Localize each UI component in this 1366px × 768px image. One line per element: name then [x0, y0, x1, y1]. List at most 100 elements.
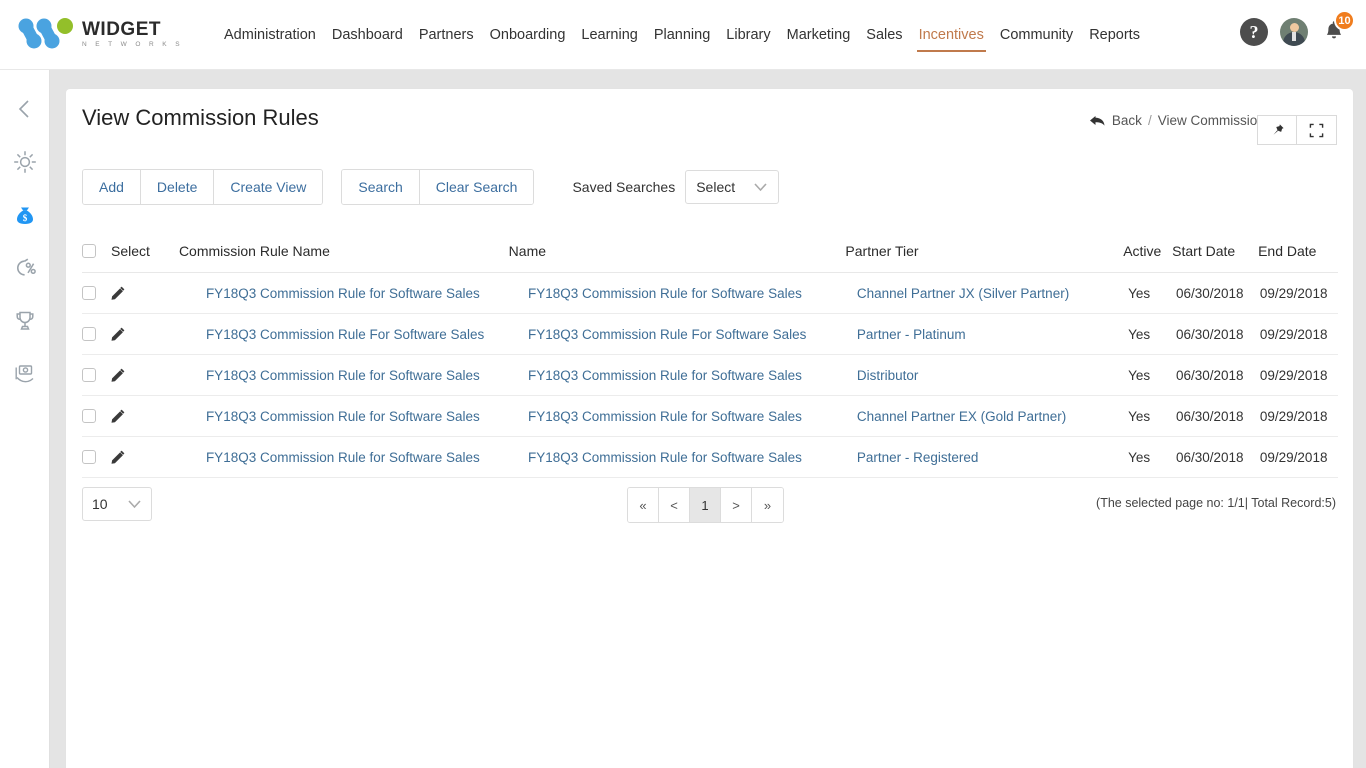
chevron-down-icon	[127, 499, 142, 509]
cell-partner-tier[interactable]: Channel Partner EX (Gold Partner)	[857, 409, 1128, 424]
table-body: FY18Q3 Commission Rule for Software Sale…	[82, 273, 1338, 478]
search-button[interactable]: Search	[342, 170, 419, 204]
saved-searches-label: Saved Searches	[572, 179, 675, 195]
cell-name[interactable]: FY18Q3 Commission Rule for Software Sale…	[528, 409, 857, 424]
nav-item-incentives[interactable]: Incentives	[911, 0, 992, 70]
cell-commission-rule-name[interactable]: FY18Q3 Commission Rule For Software Sale…	[206, 327, 528, 342]
cell-name[interactable]: FY18Q3 Commission Rule For Software Sale…	[528, 327, 857, 342]
next-page-button[interactable]: >	[721, 488, 752, 522]
sidebar-item-settings[interactable]	[8, 145, 42, 179]
row-select-checkbox[interactable]	[82, 409, 96, 423]
nav-item-planning[interactable]: Planning	[646, 0, 718, 70]
nav-item-marketing[interactable]: Marketing	[779, 0, 859, 70]
record-info-text: (The selected page no: 1/1| Total Record…	[1096, 496, 1336, 510]
nav-item-learning[interactable]: Learning	[573, 0, 645, 70]
back-link[interactable]: Back	[1112, 113, 1142, 128]
nav-item-onboarding[interactable]: Onboarding	[482, 0, 574, 70]
cell-commission-rule-name[interactable]: FY18Q3 Commission Rule for Software Sale…	[206, 368, 528, 383]
table-row: FY18Q3 Commission Rule for Software Sale…	[82, 437, 1338, 478]
cell-partner-tier[interactable]: Partner - Registered	[857, 450, 1128, 465]
previous-page-button[interactable]: <	[659, 488, 690, 522]
commission-rules-table: Select Commission Rule Name Name Partner…	[82, 229, 1338, 478]
cell-name[interactable]: FY18Q3 Commission Rule for Software Sale…	[528, 286, 857, 301]
last-page-button[interactable]: »	[752, 488, 783, 522]
cell-partner-tier[interactable]: Channel Partner JX (Silver Partner)	[857, 286, 1128, 301]
sidebar-item-payouts[interactable]	[8, 357, 42, 391]
column-header-commission-rule-name: Commission Rule Name	[179, 243, 509, 259]
cell-start-date: 06/30/2018	[1176, 327, 1260, 342]
cell-end-date: 09/29/2018	[1260, 409, 1338, 424]
saved-searches-select-value: Select	[696, 179, 735, 195]
cell-commission-rule-name[interactable]: FY18Q3 Commission Rule for Software Sale…	[206, 286, 528, 301]
table-row: FY18Q3 Commission Rule for Software Sale…	[82, 273, 1338, 314]
sidebar-item-collapse[interactable]	[8, 92, 42, 126]
brand-logo[interactable]: WIDGET N E T W O R K S	[18, 17, 188, 53]
row-edit-button[interactable]	[110, 326, 139, 342]
edit-pencil-icon	[110, 449, 126, 465]
gear-settings-icon	[12, 149, 38, 175]
row-select-checkbox[interactable]	[82, 450, 96, 464]
cell-partner-tier[interactable]: Distributor	[857, 368, 1128, 383]
page-button-1[interactable]: 1	[690, 488, 721, 522]
notification-bell-icon[interactable]: 10	[1320, 18, 1348, 46]
cell-commission-rule-name[interactable]: FY18Q3 Commission Rule for Software Sale…	[206, 450, 528, 465]
cell-name[interactable]: FY18Q3 Commission Rule for Software Sale…	[528, 450, 857, 465]
row-edit-button[interactable]	[110, 449, 139, 465]
top-right-actions: ? 10	[1240, 18, 1348, 46]
row-select-cell	[82, 409, 110, 423]
svg-text:$: $	[22, 213, 27, 223]
fullscreen-button[interactable]	[1297, 115, 1337, 145]
collapse-chevron-left-icon	[14, 98, 36, 120]
table-row: FY18Q3 Commission Rule For Software Sale…	[82, 314, 1338, 355]
cell-commission-rule-name[interactable]: FY18Q3 Commission Rule for Software Sale…	[206, 409, 528, 424]
row-select-cell	[82, 450, 110, 464]
add-button[interactable]: Add	[83, 170, 141, 204]
row-edit-button[interactable]	[110, 285, 139, 301]
nav-item-library[interactable]: Library	[718, 0, 778, 70]
row-select-cell	[82, 327, 110, 341]
nav-item-dashboard[interactable]: Dashboard	[324, 0, 411, 70]
expand-fullscreen-icon	[1309, 123, 1324, 138]
column-header-active: Active	[1123, 243, 1172, 259]
saved-searches-select[interactable]: Select	[685, 170, 779, 204]
cell-end-date: 09/29/2018	[1260, 327, 1338, 342]
table-row: FY18Q3 Commission Rule for Software Sale…	[82, 355, 1338, 396]
sidebar-item-rates[interactable]	[8, 251, 42, 285]
brand-tagline: N E T W O R K S	[82, 42, 183, 49]
row-edit-button[interactable]	[110, 408, 139, 424]
action-toolbar: AddDeleteCreate View SearchClear Search …	[82, 169, 779, 205]
user-avatar-icon[interactable]	[1280, 18, 1308, 46]
help-question-icon[interactable]: ?	[1240, 18, 1268, 46]
create-view-button[interactable]: Create View	[214, 170, 322, 204]
row-edit-button[interactable]	[110, 367, 139, 383]
cell-start-date: 06/30/2018	[1176, 368, 1260, 383]
row-select-checkbox[interactable]	[82, 327, 96, 341]
select-all-checkbox[interactable]	[82, 244, 96, 258]
select-all-cell	[82, 244, 111, 258]
sidebar-item-achievements[interactable]	[8, 304, 42, 338]
percent-rate-icon	[12, 255, 38, 281]
clear-search-button[interactable]: Clear Search	[420, 170, 534, 204]
nav-item-reports[interactable]: Reports	[1081, 0, 1148, 70]
first-page-button[interactable]: «	[628, 488, 659, 522]
cell-name[interactable]: FY18Q3 Commission Rule for Software Sale…	[528, 368, 857, 383]
cell-start-date: 06/30/2018	[1176, 450, 1260, 465]
content-card: View Commission Rules Back / View Commis…	[65, 88, 1354, 768]
row-select-cell	[82, 286, 110, 300]
delete-button[interactable]: Delete	[141, 170, 214, 204]
edit-pencil-icon	[110, 367, 126, 383]
cell-partner-tier[interactable]: Partner - Platinum	[857, 327, 1128, 342]
sidebar-item-incentives[interactable]: $	[8, 198, 42, 232]
page-size-select[interactable]: 10	[82, 487, 152, 521]
nav-item-administration[interactable]: Administration	[216, 0, 324, 70]
row-select-checkbox[interactable]	[82, 286, 96, 300]
edit-pencil-icon	[110, 326, 126, 342]
nav-item-partners[interactable]: Partners	[411, 0, 482, 70]
nav-item-community[interactable]: Community	[992, 0, 1081, 70]
nav-item-sales[interactable]: Sales	[858, 0, 910, 70]
trophy-icon	[12, 308, 38, 334]
pin-button[interactable]	[1257, 115, 1297, 145]
row-select-checkbox[interactable]	[82, 368, 96, 382]
edit-pencil-icon	[110, 408, 126, 424]
back-arrow-icon[interactable]	[1089, 114, 1106, 128]
